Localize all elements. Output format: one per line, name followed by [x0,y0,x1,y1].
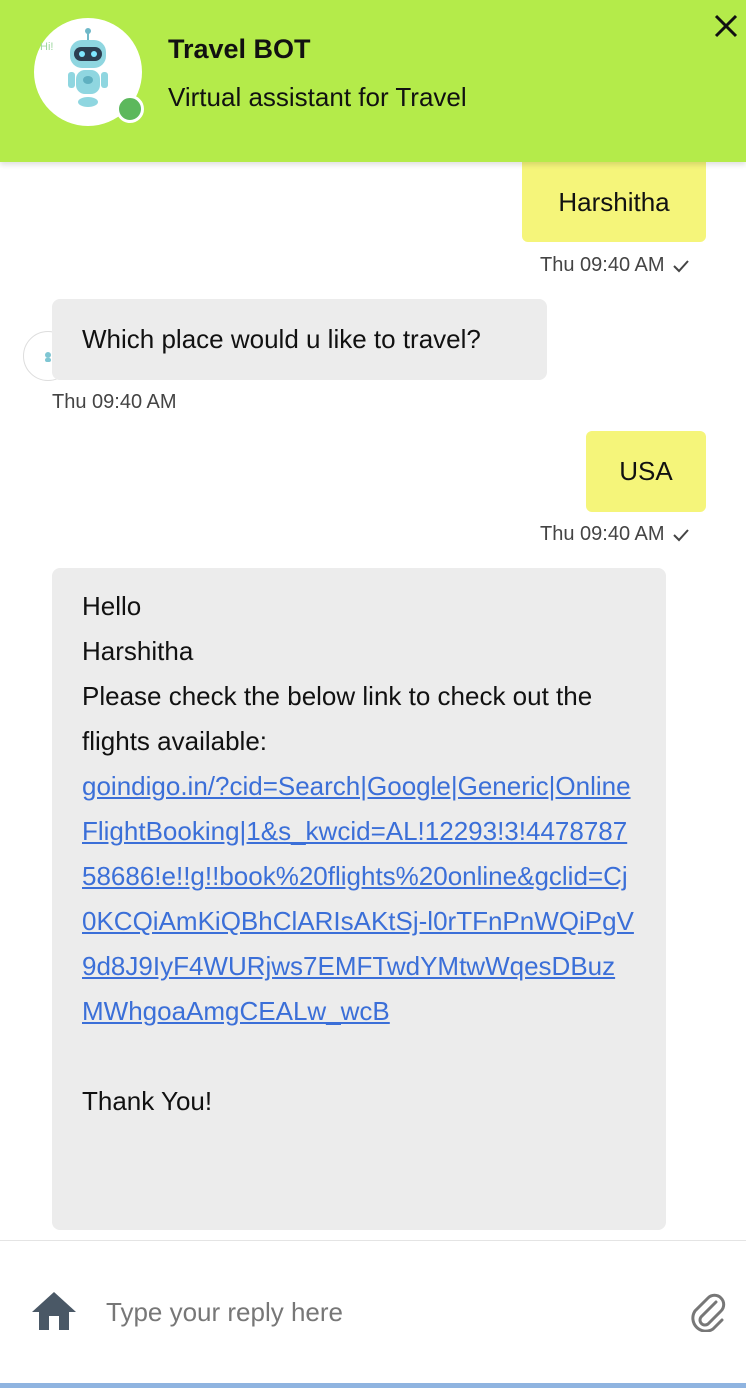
bot-message: Which place would u like to travel? [52,299,547,380]
reply-input[interactable] [104,1286,668,1338]
bot-message: Hello Harshitha Please check the below l… [52,568,666,1230]
message-line: Thank You! [82,1086,213,1116]
footer-accent-bar [0,1383,746,1388]
online-status-dot [116,95,144,123]
message-line: Hello [82,591,142,621]
message-text: Which place would u like to travel? [82,324,481,354]
close-button[interactable] [708,8,744,44]
home-icon [32,1292,76,1330]
bot-subtitle: Virtual assistant for Travel [168,82,467,112]
message-line: Harshitha [82,636,194,666]
message-line: Please check the below link to check out… [82,681,593,756]
flight-booking-link[interactable]: goindigo.in/?cid=Search|Google|Generic|O… [82,764,636,1034]
read-check-icon [672,529,689,542]
timestamp-text: Thu 09:40 AM [540,523,665,545]
attach-button[interactable] [688,1290,728,1333]
message-timestamp: Thu 09:40 AM [540,254,691,277]
user-message: USA [586,431,706,512]
message-timestamp: Thu 09:40 AM [540,523,691,546]
paperclip-icon [691,1293,726,1333]
chat-header: Hi! Travel BOT Virtual assistant for Tra… [0,0,746,162]
user-message: Harshitha [522,162,706,242]
timestamp-text: Thu 09:40 AM [540,254,665,276]
bot-title: Travel BOT [168,34,311,64]
message-timestamp: Thu 09:40 AM [52,391,177,413]
home-button[interactable] [30,1288,78,1334]
svg-text:Hi!: Hi! [40,41,53,53]
close-icon [714,14,738,38]
message-text: USA [619,456,673,486]
read-check-icon [672,260,689,273]
message-text: Harshitha [558,187,670,217]
